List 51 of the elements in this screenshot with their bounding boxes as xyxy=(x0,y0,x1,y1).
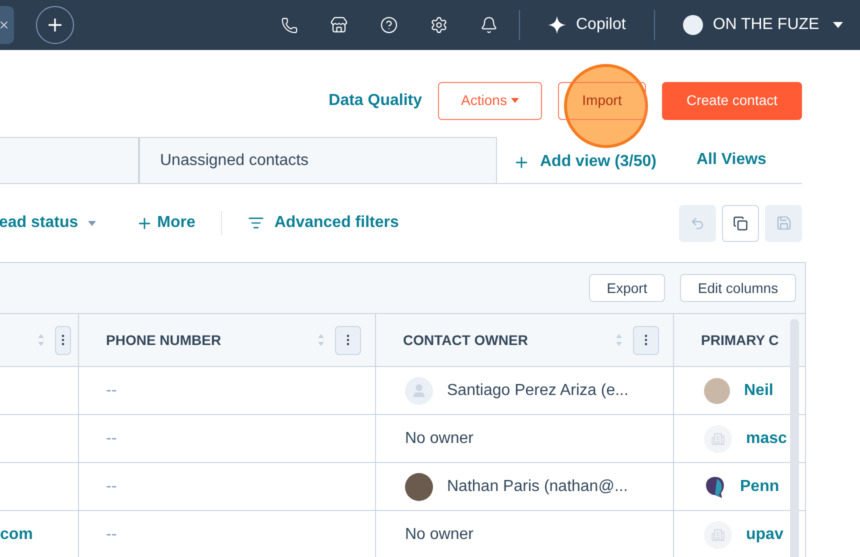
owner-name: Santiago Perez Ariza (e... xyxy=(447,380,628,400)
sparkle-icon xyxy=(548,16,566,34)
company-link[interactable]: masc xyxy=(746,426,787,450)
copilot-button[interactable]: Copilot xyxy=(548,13,626,37)
table-cell: -- xyxy=(78,367,375,414)
help-icon[interactable] xyxy=(380,16,398,34)
caret-icon xyxy=(88,220,96,226)
photo-placeholder xyxy=(704,378,730,404)
table-cell: -- xyxy=(78,415,375,462)
edit-columns-button[interactable]: Edit columns xyxy=(680,274,796,302)
building-icon xyxy=(704,424,732,452)
notifications-icon[interactable] xyxy=(480,16,498,34)
data-quality-link[interactable]: Data Quality xyxy=(328,88,422,112)
avatar-icon xyxy=(682,15,703,35)
close-icon xyxy=(0,19,10,31)
owner-name: Nathan Paris (nathan@... xyxy=(447,476,628,496)
copy-icon xyxy=(733,216,748,230)
add-view-button[interactable]: Add view (3/50) xyxy=(513,150,656,174)
create-contact-button[interactable]: Create contact xyxy=(662,82,802,120)
save-icon xyxy=(776,215,792,231)
company-link[interactable]: Neil xyxy=(744,378,774,402)
actions-button[interactable]: Actions xyxy=(438,82,542,120)
copy-button[interactable] xyxy=(722,204,759,242)
company-link[interactable]: upav xyxy=(746,522,784,546)
store-icon[interactable] xyxy=(330,16,348,34)
phone-icon[interactable] xyxy=(281,16,298,34)
owner-name: No owner xyxy=(405,428,474,448)
logo-icon xyxy=(704,474,726,498)
company-link[interactable]: Penn xyxy=(740,474,780,498)
photo-placeholder xyxy=(405,472,433,500)
email-link[interactable]: com xyxy=(0,511,78,557)
more-button[interactable]: More xyxy=(136,211,196,235)
column-menu-button[interactable] xyxy=(55,326,71,354)
import-button[interactable]: Import xyxy=(558,82,646,120)
export-button[interactable]: Export xyxy=(589,274,665,302)
caret-icon xyxy=(833,22,844,28)
advanced-filters-button[interactable]: Advanced filters xyxy=(248,211,399,235)
building-icon xyxy=(704,520,732,548)
filter-icon xyxy=(248,215,264,231)
all-views-link[interactable]: All Views xyxy=(696,148,766,172)
avatar-icon xyxy=(405,376,433,404)
table-cell: -- xyxy=(78,511,375,557)
add-button[interactable] xyxy=(36,6,74,44)
table-cell: -- xyxy=(78,463,375,510)
caret-icon xyxy=(510,98,519,103)
settings-icon[interactable] xyxy=(430,16,448,34)
lead-status-filter[interactable]: ead status xyxy=(0,211,96,235)
undo-icon xyxy=(690,216,705,230)
view-tab[interactable]: Unassigned contacts xyxy=(139,137,497,183)
account-menu[interactable]: ON THE FUZE xyxy=(682,13,844,37)
owner-name: No owner xyxy=(405,524,474,544)
